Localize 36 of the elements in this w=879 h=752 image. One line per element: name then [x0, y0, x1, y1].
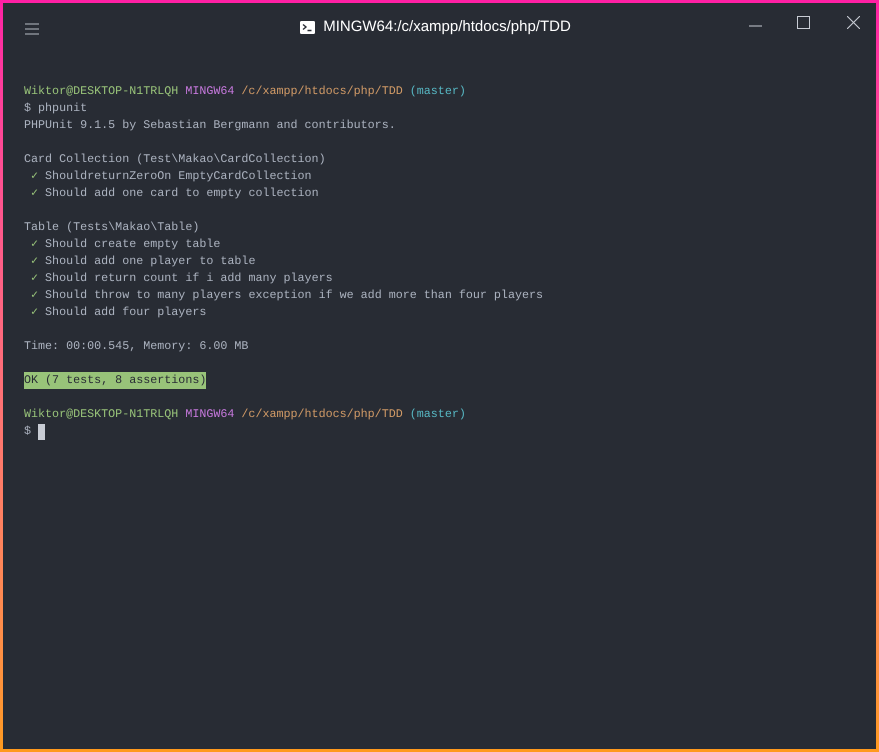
check-mark: ✓ — [31, 168, 38, 185]
output-line: $ phpunit — [24, 101, 88, 115]
window-title: MINGW64:/c/xampp/htdocs/php/TDD — [323, 16, 571, 37]
cursor — [38, 424, 46, 440]
prompt-user: Wiktor@DESKTOP-N1TRLQH — [24, 406, 178, 423]
success-summary: OK (7 tests, 8 assertions) — [24, 372, 206, 389]
maximize-icon[interactable] — [797, 16, 810, 29]
check-mark: ✓ — [31, 270, 38, 287]
output-line: Table (Tests\Makao\Table) — [24, 220, 200, 234]
test-name: Should add four players — [45, 304, 206, 321]
prompt-shell: MINGW64 — [185, 406, 234, 423]
prompt-path: /c/xampp/htdocs/php/TDD — [241, 406, 403, 423]
test-name: Should return count if i add many players — [45, 270, 333, 287]
prompt-branch: (master) — [410, 406, 466, 423]
check-mark: ✓ — [31, 185, 38, 202]
test-name: ShouldreturnZeroOn EmptyCardCollection — [45, 168, 312, 185]
test-name: Should throw to many players exception if we add more than four players — [45, 287, 544, 304]
minimize-icon[interactable] — [749, 25, 762, 27]
prompt-user: Wiktor@DESKTOP-N1TRLQH — [24, 83, 178, 100]
prompt-branch: (master) — [410, 83, 466, 100]
output-line: Card Collection (Test\Makao\CardCollection) — [24, 152, 326, 166]
prompt-path: /c/xampp/htdocs/php/TDD — [241, 83, 403, 100]
menu-icon[interactable] — [25, 23, 39, 35]
prompt-shell: MINGW64 — [185, 83, 234, 100]
check-mark: ✓ — [31, 304, 38, 321]
prompt-symbol: $ — [24, 423, 32, 440]
output-line: PHPUnit 9.1.5 by Sebastian Bergmann and contributors. — [24, 118, 396, 132]
test-name: Should add one card to empty collection — [45, 185, 319, 202]
test-name: Should add one player to table — [45, 253, 256, 270]
terminal-icon — [300, 20, 316, 34]
test-name: Should create empty table — [45, 236, 220, 253]
output-line: Time: 00:00.545, Memory: 6.00 MB — [24, 339, 248, 353]
check-mark: ✓ — [31, 287, 38, 304]
close-icon[interactable] — [847, 16, 860, 29]
check-mark: ✓ — [31, 236, 38, 253]
check-mark: ✓ — [31, 253, 38, 270]
